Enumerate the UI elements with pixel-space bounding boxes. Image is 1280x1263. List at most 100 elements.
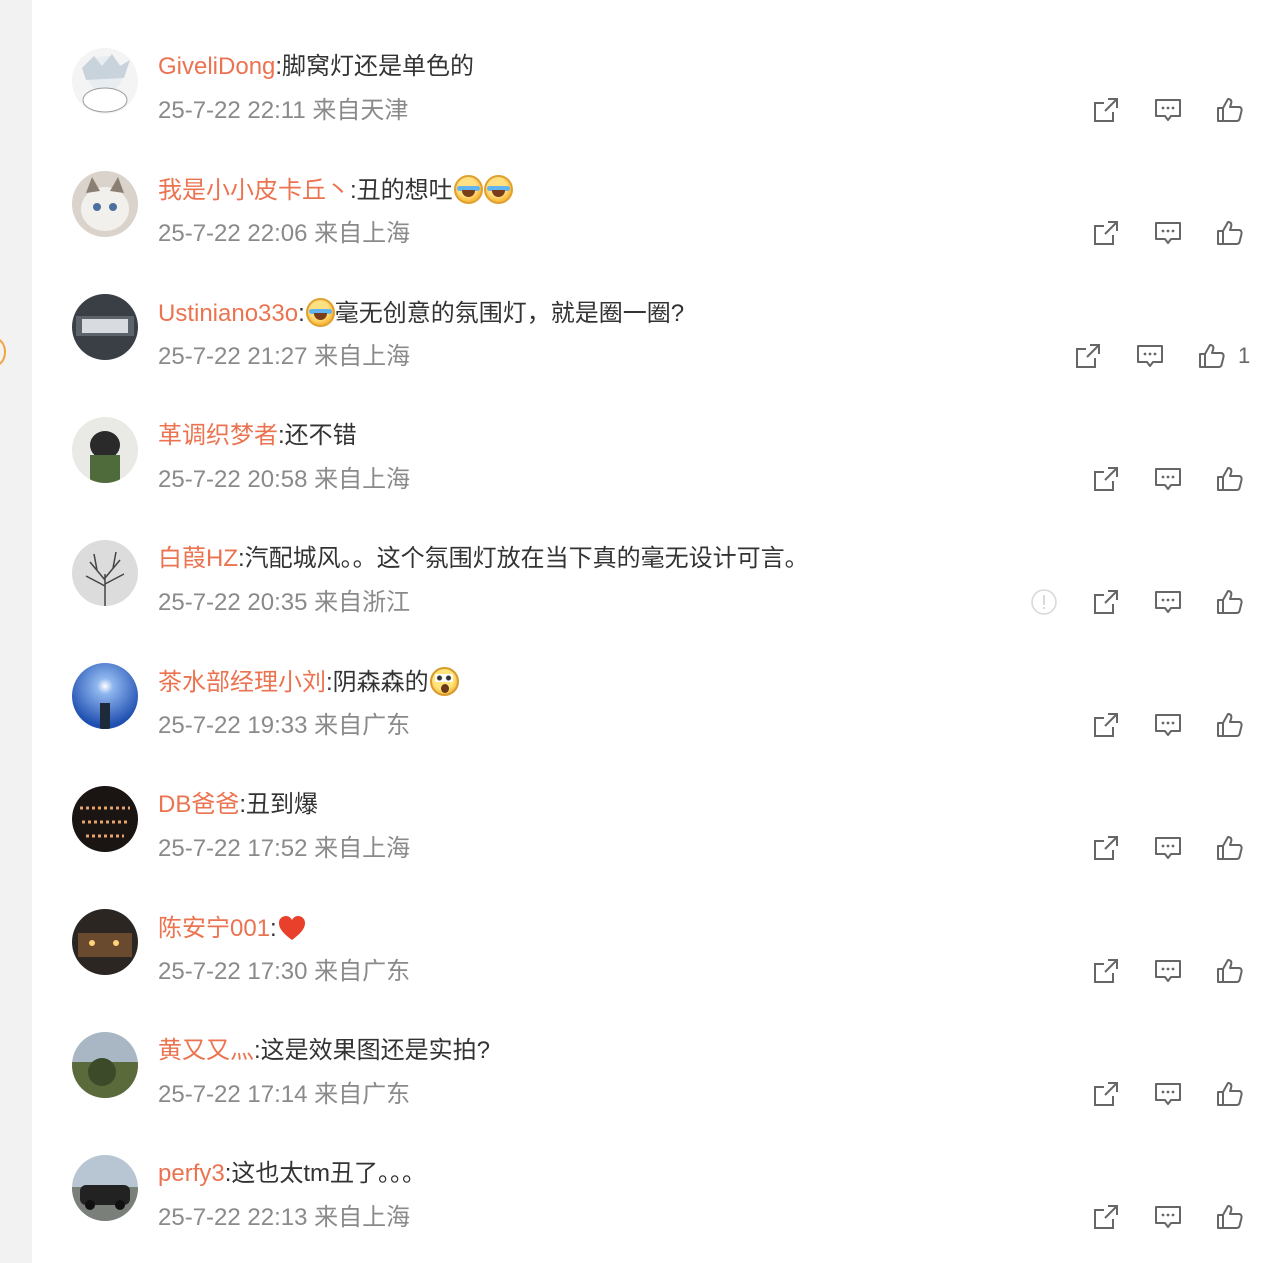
comment-meta: 25-7-22 20:35 来自浙江: [158, 588, 410, 618]
location: 来自上海: [314, 220, 411, 247]
comment-actions: [1062, 92, 1248, 128]
share-icon[interactable]: [1088, 215, 1124, 251]
comment-meta: 25-7-22 17:52 来自上海: [158, 834, 410, 864]
comment-item: DB爸爸:丑到爆 25-7-22 17:52 来自上海: [32, 770, 1280, 893]
comment-item: 我是小小皮卡丘丶:丑的想吐 25-7-22 22:06 来自上海: [32, 155, 1280, 278]
share-icon[interactable]: [1070, 338, 1106, 374]
comment-item: 革调织梦者:还不错 25-7-22 20:58 来自上海: [32, 401, 1280, 524]
comment-text: :汽配城风。。这个氛围灯放在当下真的毫无设计可言。: [238, 545, 809, 572]
comment-text: :这也太tm丑了。。。: [224, 1160, 427, 1187]
report-icon[interactable]: [1026, 584, 1062, 620]
timestamp: 25-7-22 19:33: [158, 712, 308, 739]
thumbs-up-icon[interactable]: [1212, 584, 1248, 620]
username-link[interactable]: 陈安宁001: [158, 915, 270, 942]
comment-text: :还不错: [278, 422, 357, 449]
comment-text-line: Ustiniano33o: 毫无创意的氛围灯，就是圈一圈?: [158, 298, 685, 327]
thumbs-up-icon[interactable]: [1212, 830, 1248, 866]
comment-text-line: 茶水部经理小刘:阴森森的: [158, 667, 1240, 698]
comment-actions: [1062, 1199, 1248, 1235]
comment-meta: 25-7-22 22:11 来自天津: [158, 96, 408, 126]
timestamp: 25-7-22 20:58: [158, 466, 308, 493]
comment-actions: [1062, 707, 1248, 743]
comment-icon[interactable]: [1150, 1199, 1186, 1235]
location: 来自上海: [314, 343, 411, 370]
share-icon[interactable]: [1088, 584, 1124, 620]
share-icon[interactable]: [1088, 1199, 1124, 1235]
comment-icon[interactable]: [1150, 707, 1186, 743]
avatar[interactable]: [72, 1032, 138, 1098]
location: 来自上海: [314, 466, 411, 493]
share-icon[interactable]: [1088, 953, 1124, 989]
comment-icon[interactable]: [1150, 584, 1186, 620]
comment-meta: 25-7-22 22:13 来自上海: [158, 1203, 410, 1233]
avatar[interactable]: [72, 294, 138, 360]
timestamp: 25-7-22 17:14: [158, 1081, 308, 1108]
comment-text: :这是效果图还是实拍?: [254, 1037, 491, 1064]
comment-actions: [1062, 461, 1248, 497]
thumbs-up-icon[interactable]: [1212, 461, 1248, 497]
location: 来自上海: [314, 1204, 411, 1231]
comment-item: GiveliDong:脚窝灯还是单色的 25-7-22 22:11 来自天津: [32, 32, 1280, 155]
location: 来自上海: [314, 835, 411, 862]
share-icon[interactable]: [1088, 1076, 1124, 1112]
laughing-crying-emoji-icon: [305, 298, 335, 327]
thumbs-up-icon[interactable]: [1212, 1076, 1248, 1112]
comment-meta: 25-7-22 17:30 来自广东: [158, 957, 410, 987]
comment-text-line: perfy3:这也太tm丑了。。。: [158, 1159, 1240, 1189]
partial-circle-icon: [0, 338, 6, 366]
username-link[interactable]: 黄又又灬: [158, 1037, 254, 1064]
username-link[interactable]: 茶水部经理小刘: [158, 669, 326, 696]
thumbs-up-icon[interactable]: [1194, 338, 1230, 374]
thumbs-up-icon[interactable]: [1212, 92, 1248, 128]
laughing-crying-emoji-icon: [453, 175, 483, 204]
username-link[interactable]: 我是小小皮卡丘丶: [158, 177, 350, 204]
laughing-crying-emoji-icon: [483, 175, 513, 204]
timestamp: 25-7-22 21:27: [158, 343, 308, 370]
comment-meta: 25-7-22 22:06 来自上海: [158, 219, 410, 249]
share-icon[interactable]: [1088, 461, 1124, 497]
thumbs-up-icon[interactable]: [1212, 1199, 1248, 1235]
comment-text: 毫无创意的氛围灯，就是圈一圈?: [334, 300, 685, 327]
avatar[interactable]: [72, 1155, 138, 1221]
location: 来自广东: [314, 712, 411, 739]
share-icon[interactable]: [1088, 830, 1124, 866]
comment-icon[interactable]: [1150, 92, 1186, 128]
comment-actions: 1: [1044, 338, 1250, 374]
comment-item: 白葭HZ:汽配城风。。这个氛围灯放在当下真的毫无设计可言。 25-7-22 20…: [32, 524, 1280, 647]
avatar[interactable]: [72, 417, 138, 483]
comment-text-line: 陈安宁001:: [158, 913, 1240, 944]
comment-meta: 25-7-22 17:14 来自广东: [158, 1080, 410, 1110]
username-link[interactable]: 革调织梦者: [158, 422, 278, 449]
timestamp: 25-7-22 20:35: [158, 589, 308, 616]
comment-text-line: 革调织梦者:还不错: [158, 421, 1240, 451]
thumbs-up-icon[interactable]: [1212, 953, 1248, 989]
comment-icon[interactable]: [1132, 338, 1168, 374]
comment-icon[interactable]: [1150, 215, 1186, 251]
thumbs-up-icon[interactable]: [1212, 707, 1248, 743]
username-link[interactable]: Ustiniano33o: [158, 300, 298, 327]
comment-icon[interactable]: [1150, 461, 1186, 497]
username-link[interactable]: GiveliDong: [158, 53, 275, 80]
avatar[interactable]: [72, 540, 138, 606]
avatar[interactable]: [72, 663, 138, 729]
avatar[interactable]: [72, 171, 138, 237]
share-icon[interactable]: [1088, 707, 1124, 743]
avatar[interactable]: [72, 786, 138, 852]
username-link[interactable]: 白葭HZ: [158, 545, 238, 572]
username-link[interactable]: perfy3: [158, 1160, 225, 1187]
comment-item: 黄又又灬:这是效果图还是实拍? 25-7-22 17:14 来自广东: [32, 1016, 1280, 1139]
comment-icon[interactable]: [1150, 830, 1186, 866]
avatar[interactable]: [72, 48, 138, 114]
share-icon[interactable]: [1088, 92, 1124, 128]
location: 来自天津: [312, 97, 409, 124]
comment-item: perfy3:这也太tm丑了。。。 25-7-22 22:13 来自上海: [32, 1139, 1280, 1262]
comment-icon[interactable]: [1150, 1076, 1186, 1112]
username-link[interactable]: DB爸爸: [158, 791, 239, 818]
timestamp: 25-7-22 22:06: [158, 220, 308, 247]
thumbs-up-icon[interactable]: [1212, 215, 1248, 251]
comment-meta: 25-7-22 19:33 来自广东: [158, 711, 410, 741]
comment-actions: [1062, 1076, 1248, 1112]
avatar[interactable]: [72, 909, 138, 975]
comment-text: :: [270, 915, 277, 942]
comment-icon[interactable]: [1150, 953, 1186, 989]
